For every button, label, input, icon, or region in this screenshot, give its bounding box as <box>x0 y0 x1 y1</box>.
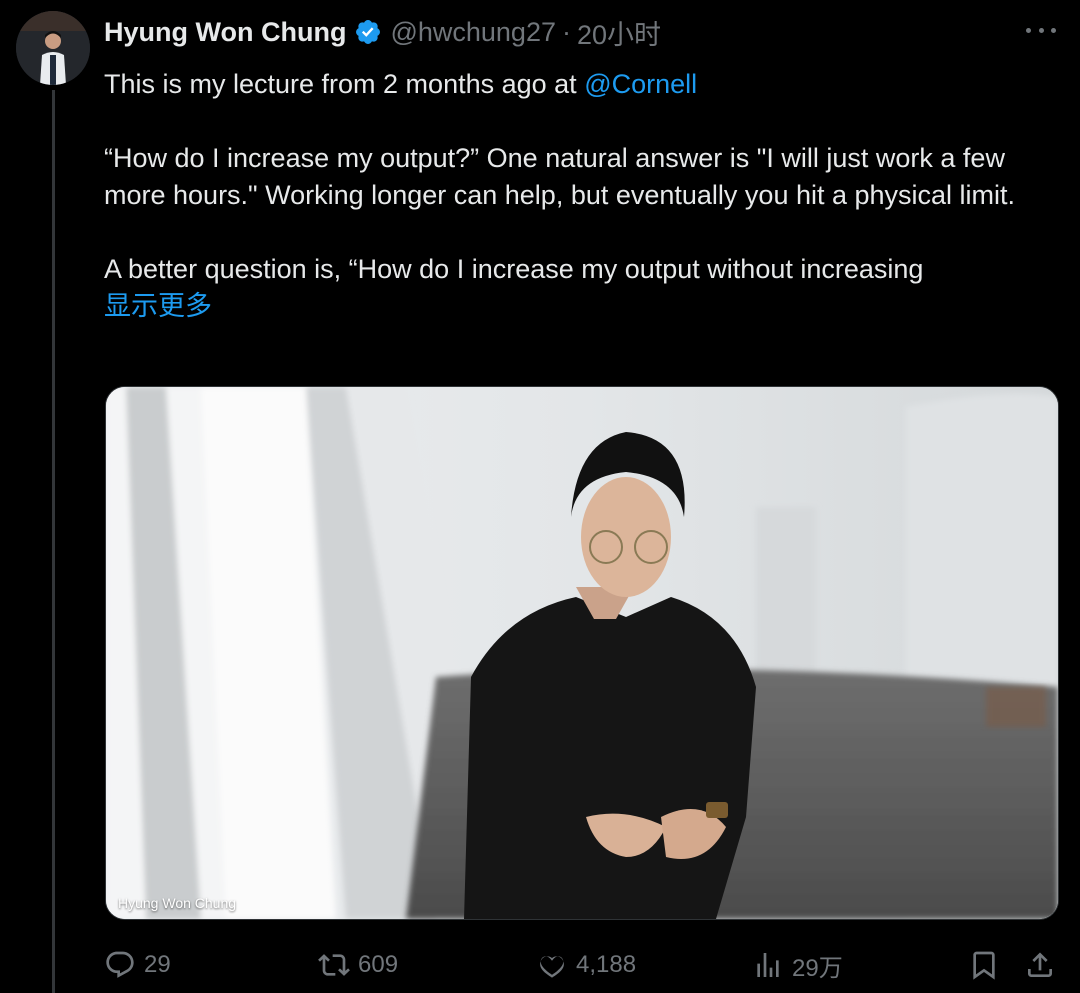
text-line-1: This is my lecture from 2 months ago at … <box>104 66 1064 103</box>
like-count: 4,188 <box>576 951 637 978</box>
share-icon <box>1028 952 1052 977</box>
video-caption: Hyung Won Chung <box>118 895 237 911</box>
paragraph-3: A better question is, “How do I increase… <box>104 254 924 284</box>
bookmark-button[interactable] <box>968 949 1000 981</box>
reply-button[interactable]: 29 <box>104 949 171 981</box>
reply-icon <box>106 951 134 978</box>
verified-icon <box>354 18 382 46</box>
timestamp[interactable]: 20小时 <box>577 13 661 52</box>
author-name[interactable]: Hyung Won Chung <box>104 17 346 48</box>
like-icon <box>540 956 564 978</box>
tweet-header: Hyung Won Chung @hwchung27 · 20小时 <box>104 12 1060 52</box>
mention-link[interactable]: @Cornell <box>584 69 697 99</box>
share-button[interactable] <box>1024 949 1056 981</box>
views-button[interactable]: 29万 <box>752 948 843 983</box>
author-handle[interactable]: @hwchung27 <box>390 17 556 48</box>
views-count: 29万 <box>792 954 843 982</box>
reply-count: 29 <box>144 951 171 978</box>
tweet-text: This is my lecture from 2 months ago at … <box>104 66 1064 325</box>
text-intro: This is my lecture from 2 months ago at <box>104 69 585 99</box>
retweet-icon <box>318 954 350 976</box>
like-button[interactable]: 4,188 <box>536 949 636 981</box>
show-more-link[interactable]: 显示更多 <box>104 291 212 321</box>
more-icon[interactable] <box>1026 20 1056 40</box>
bookmark-icon <box>973 951 995 980</box>
thread-line <box>52 90 55 993</box>
video-media[interactable]: Hyung Won Chung <box>105 386 1059 920</box>
views-icon <box>757 953 779 977</box>
action-bar: 29 609 4,188 29万 <box>104 945 1060 985</box>
avatar[interactable] <box>16 11 90 85</box>
paragraph-2: “How do I increase my output?” One natur… <box>104 143 1016 210</box>
separator: · <box>561 16 571 47</box>
retweet-count: 609 <box>358 951 399 978</box>
retweet-button[interactable]: 609 <box>318 949 398 981</box>
